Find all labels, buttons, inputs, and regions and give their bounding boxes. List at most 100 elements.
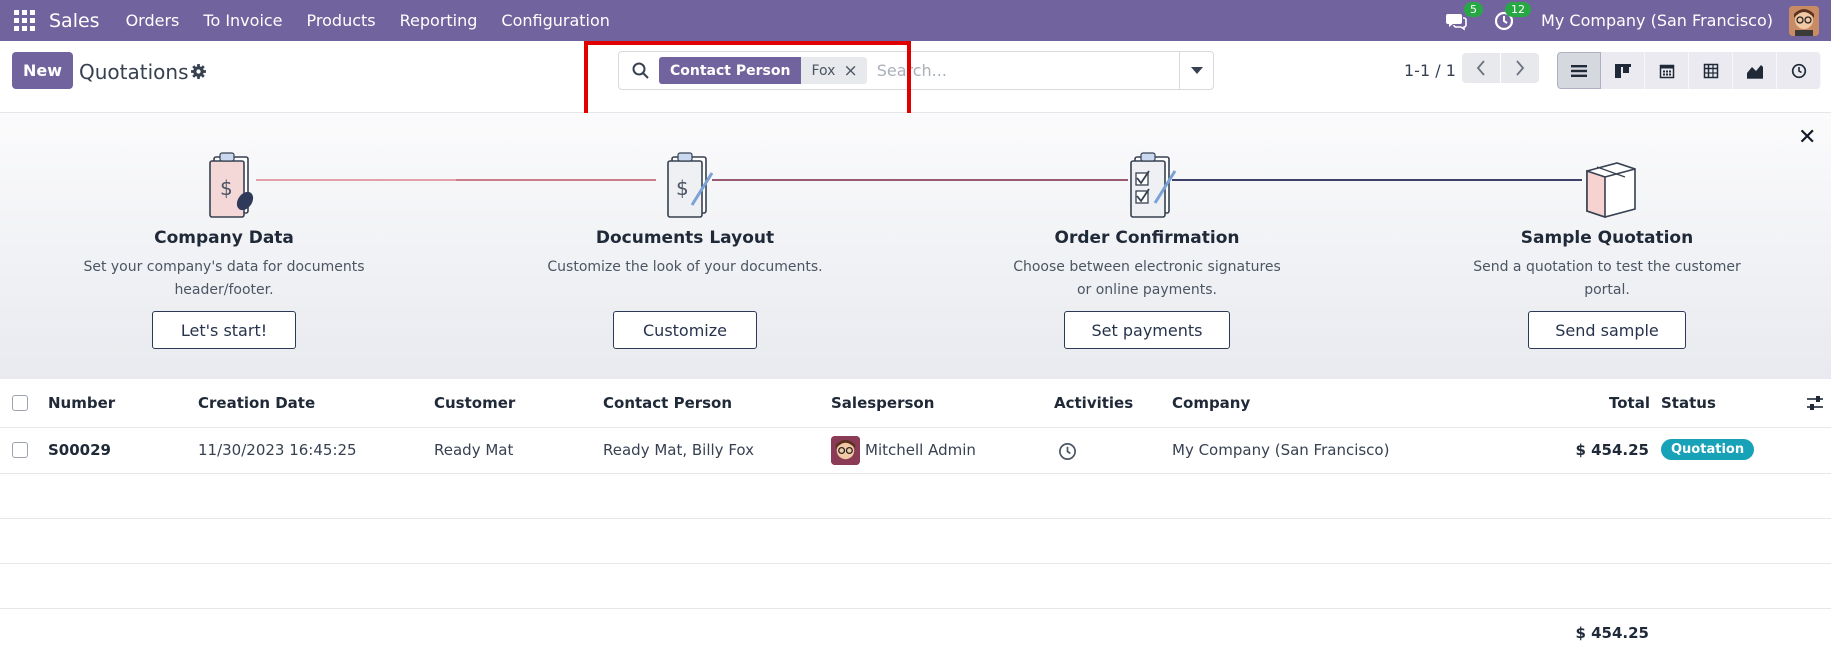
column-number[interactable]: Number [48, 394, 115, 412]
page-title[interactable]: Quotations [79, 60, 188, 84]
order-confirmation-illustration [1130, 152, 1177, 218]
messages-button[interactable]: 5 [1443, 1, 1484, 34]
messages-count-badge: 5 [1464, 1, 1484, 17]
cell-customer: Ready Mat [434, 441, 514, 459]
activities-button[interactable]: 12 [1491, 1, 1532, 34]
cell-number: S00029 [48, 441, 111, 459]
svg-text:$: $ [676, 176, 689, 200]
kanban-view-button[interactable] [1601, 52, 1645, 89]
salesperson-avatar[interactable] [831, 436, 860, 465]
activity-view-icon [1791, 63, 1806, 78]
select-all-checkbox[interactable] [12, 395, 28, 411]
footer-total: $ 454.25 [1575, 624, 1649, 642]
top-navbar: Sales Orders To Invoice Products Reporti… [0, 0, 1831, 41]
set-payments-button[interactable]: Set payments [1064, 311, 1230, 349]
onboarding-panel: ✕ $ Company Data Set your company's data… [0, 113, 1831, 379]
activity-view-button[interactable] [1777, 52, 1821, 89]
activities-count-badge: 12 [1505, 1, 1532, 17]
kanban-view-icon [1614, 63, 1631, 78]
new-button[interactable]: New [12, 52, 73, 89]
cell-contact-person: Ready Mat, Billy Fox [603, 441, 755, 459]
menu-to-invoice[interactable]: To Invoice [203, 11, 282, 30]
pager-previous-button[interactable] [1462, 53, 1500, 83]
customize-button[interactable]: Customize [613, 311, 757, 349]
step-title: Order Confirmation [1054, 228, 1240, 248]
search-bar[interactable]: Contact Person Fox × [618, 51, 1214, 90]
user-avatar[interactable] [1789, 5, 1819, 36]
documents-layout-illustration: $ [667, 152, 714, 218]
facet-label: Contact Person [659, 57, 802, 84]
column-salesperson[interactable]: Salesperson [831, 394, 934, 412]
step-description: Customize the look of your documents. [547, 259, 823, 275]
sample-quotation-illustration [1586, 162, 1636, 219]
progress-line-segment [1172, 179, 1582, 181]
close-icon[interactable]: ✕ [1798, 125, 1816, 150]
chevron-right-icon [1516, 60, 1525, 76]
view-switcher [1557, 52, 1821, 89]
salesperson-avatar-image [831, 436, 860, 465]
step-description: Choose between electronic signatures or … [1013, 259, 1281, 298]
table-row[interactable]: S00029 11/30/2023 16:45:25 Ready Mat Rea… [0, 428, 1831, 474]
send-sample-button[interactable]: Send sample [1528, 311, 1686, 349]
pivot-view-button[interactable] [1689, 52, 1733, 89]
empty-row [0, 564, 1831, 609]
graph-view-button[interactable] [1733, 52, 1777, 89]
progress-line-segment [256, 179, 456, 181]
column-customer[interactable]: Customer [434, 394, 515, 412]
column-status[interactable]: Status [1661, 394, 1716, 412]
cell-total: $ 454.25 [1575, 441, 1649, 459]
search-facet[interactable]: Contact Person Fox × [659, 57, 867, 84]
activity-clock-icon[interactable] [1058, 442, 1077, 461]
pager-next-button[interactable] [1501, 53, 1539, 83]
control-panel: New Quotations Contact Person Fox × 1-1 … [0, 41, 1831, 113]
menu-configuration[interactable]: Configuration [501, 11, 610, 30]
list-view-button[interactable] [1557, 52, 1601, 89]
lets-start-button[interactable]: Let's start! [152, 311, 296, 349]
step-title: Company Data [154, 228, 294, 248]
empty-row [0, 474, 1831, 519]
calendar-view-icon [1659, 64, 1674, 78]
menu-reporting[interactable]: Reporting [400, 11, 478, 30]
cell-creation-date: 11/30/2023 16:45:25 [198, 441, 357, 459]
step-description: Set your company's data for documents he… [83, 259, 365, 298]
column-creation-date[interactable]: Creation Date [198, 394, 315, 412]
column-activities[interactable]: Activities [1054, 394, 1133, 412]
apps-menu-icon[interactable] [12, 9, 36, 33]
app-name[interactable]: Sales [49, 10, 100, 32]
pivot-view-icon [1703, 63, 1718, 78]
search-icon [632, 62, 649, 79]
step-description: Send a quotation to test the customer po… [1473, 259, 1741, 298]
status-badge: Quotation [1661, 439, 1755, 460]
column-total[interactable]: Total [1609, 394, 1650, 412]
chevron-left-icon [1476, 60, 1485, 76]
search-input[interactable] [876, 61, 1177, 80]
chat-icon [1446, 13, 1467, 30]
cell-company: My Company (San Francisco) [1172, 441, 1390, 459]
svg-text:$: $ [220, 176, 233, 200]
step-title: Sample Quotation [1520, 228, 1694, 248]
company-data-illustration: $ [209, 152, 254, 218]
column-company[interactable]: Company [1172, 394, 1250, 412]
user-avatar-image [1789, 5, 1819, 36]
calendar-view-button[interactable] [1645, 52, 1689, 89]
menu-orders[interactable]: Orders [126, 11, 180, 30]
step-title: Documents Layout [595, 228, 775, 248]
gear-icon[interactable] [190, 63, 207, 80]
caret-down-icon [1190, 67, 1203, 74]
company-switcher[interactable]: My Company (San Francisco) [1541, 11, 1773, 30]
quotations-list: Number Creation Date Customer Contact Pe… [0, 379, 1831, 659]
facet-remove-icon[interactable]: × [843, 61, 866, 81]
progress-line-segment [456, 179, 656, 181]
table-footer: $ 454.25 [0, 609, 1831, 659]
progress-line-segment [712, 179, 1128, 181]
row-checkbox[interactable] [12, 442, 28, 458]
pager-value[interactable]: 1-1 / 1 [1404, 61, 1456, 80]
facet-value: Fox [811, 62, 836, 79]
column-contact-person[interactable]: Contact Person [603, 394, 732, 412]
list-view-icon [1571, 64, 1587, 77]
empty-row [0, 519, 1831, 564]
table-header: Number Creation Date Customer Contact Pe… [0, 379, 1831, 428]
optional-columns-icon[interactable] [1806, 395, 1824, 411]
search-options-toggle[interactable] [1179, 52, 1213, 89]
menu-products[interactable]: Products [307, 11, 376, 30]
